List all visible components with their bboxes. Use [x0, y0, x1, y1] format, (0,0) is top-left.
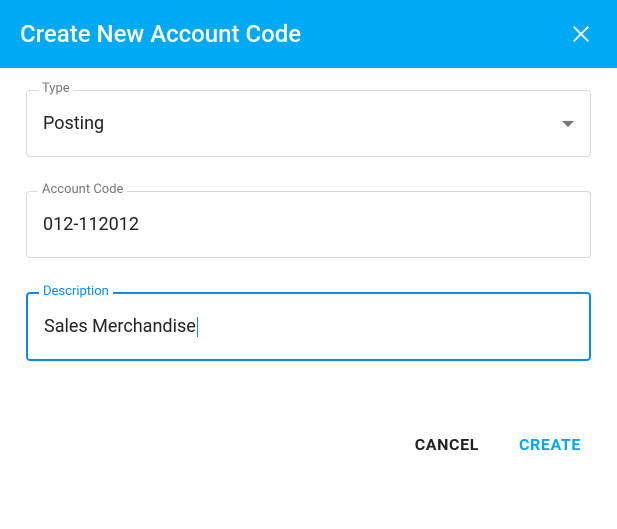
dialog-content: Type Posting Account Code Description Sa…	[0, 68, 617, 361]
dialog-header: Create New Account Code	[0, 0, 617, 68]
dialog-title: Create New Account Code	[20, 20, 301, 48]
create-button[interactable]: Create	[519, 435, 581, 454]
type-select[interactable]: Type Posting	[26, 90, 591, 157]
cancel-button[interactable]: Cancel	[415, 435, 479, 454]
description-label: Description	[39, 284, 113, 299]
description-field-wrapper: Description Sales Merchandise	[26, 292, 591, 361]
close-icon	[570, 23, 592, 45]
dialog-actions: Cancel Create	[0, 395, 617, 478]
account-code-input[interactable]	[27, 192, 590, 257]
create-account-code-dialog: Create New Account Code Type Posting Acc…	[0, 0, 617, 478]
chevron-down-icon	[562, 121, 574, 127]
description-value[interactable]: Sales Merchandise	[44, 316, 196, 337]
text-caret	[197, 317, 198, 337]
close-button[interactable]	[565, 18, 597, 50]
type-value: Posting	[43, 113, 104, 134]
type-label: Type	[38, 81, 74, 96]
account-code-label: Account Code	[38, 182, 127, 197]
account-code-field-wrapper: Account Code	[26, 191, 591, 258]
